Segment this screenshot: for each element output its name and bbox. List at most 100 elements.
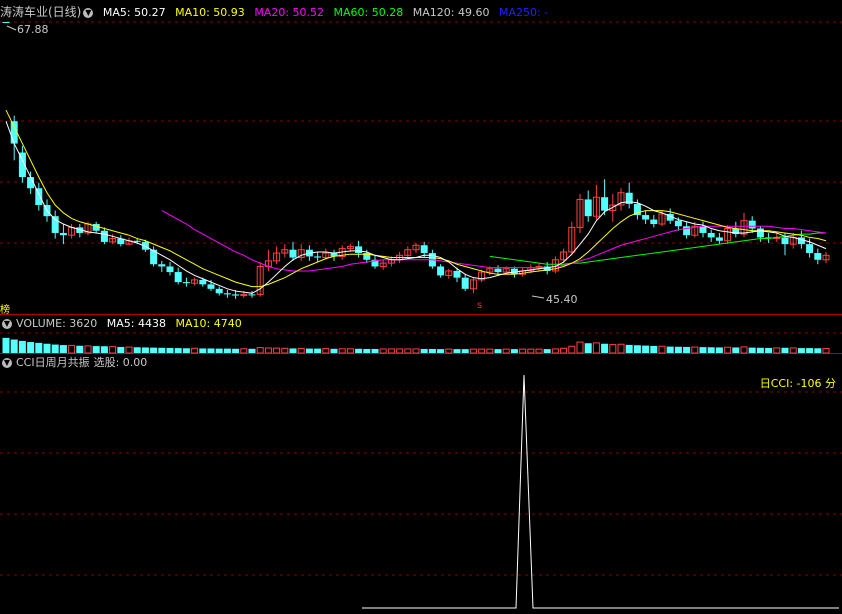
volume-bar [420, 348, 428, 353]
candle-body [166, 266, 174, 273]
low-price-label: 45.40 [546, 293, 578, 306]
candle-body [199, 279, 207, 285]
volume-bar [576, 341, 584, 354]
ma-label: MA20: 50.52 [254, 6, 325, 19]
candle-body [207, 284, 215, 289]
volume-bar [379, 348, 387, 354]
high-pointer [6, 25, 17, 31]
volume-bar [560, 347, 568, 354]
volume-bar [158, 347, 166, 353]
candle-body [715, 237, 723, 241]
candle-body [814, 253, 822, 260]
volume-bar [519, 348, 527, 354]
candle-body [756, 228, 764, 238]
volume-bar [125, 346, 133, 354]
volume-bar [797, 348, 805, 353]
volume-bar [109, 346, 117, 354]
volume-bar [117, 346, 125, 353]
volume-bar [617, 343, 625, 354]
candle-body [806, 244, 814, 254]
volume-bar [461, 349, 469, 353]
stock-chart-window: 涛涛车业(日线) ▼ MA5: 50.27 MA10: 50.93 MA20: 5… [0, 0, 842, 614]
indicator-header: ▼ CCI日周月共振 选股: 0.00 [0, 356, 153, 370]
candle-body [35, 188, 43, 206]
volume-bar [2, 337, 10, 353]
candle-body [289, 249, 297, 258]
volume-bar [215, 348, 223, 353]
dropdown-icon[interactable]: ▼ [2, 319, 12, 329]
volume-bar [18, 340, 26, 353]
volume-bar [305, 348, 313, 353]
xuangu-value: 选股: 0.00 [93, 356, 148, 369]
volume-bar [314, 348, 322, 353]
volume-bar [707, 347, 715, 353]
candle-body [182, 282, 190, 284]
ma60-line [489, 232, 826, 265]
ma-label: MA120: 49.60 [412, 6, 490, 19]
candle-body [748, 220, 756, 229]
volume-bar [256, 347, 264, 354]
dropdown-icon[interactable]: ▼ [83, 8, 94, 18]
volume-bar [264, 347, 272, 354]
candle-body [650, 219, 658, 225]
volume-bar [199, 348, 207, 353]
candle-body [100, 230, 108, 242]
ma-label: MA60: 50.28 [333, 6, 404, 19]
cci-line [362, 374, 839, 609]
volume-bar [297, 347, 305, 354]
volume-bar [642, 345, 650, 353]
volume-ma10: MA10: 4740 [175, 317, 242, 330]
volume-bar [35, 342, 43, 353]
volume-bar [601, 343, 609, 353]
volume-bar [666, 346, 674, 353]
candle-body [314, 256, 322, 258]
volume-bar [633, 345, 641, 353]
volume-bar [765, 347, 773, 353]
volume-bar [174, 348, 182, 353]
volume-bar [699, 347, 707, 353]
volume-bar [387, 348, 395, 354]
volume-bar [330, 348, 338, 353]
volume-bar [609, 344, 617, 354]
volume-ma5: MA5: 4438 [106, 317, 166, 330]
candle-body [158, 264, 166, 267]
signal-marker: s [477, 300, 483, 311]
volume-bar [510, 349, 518, 353]
candle-body [683, 226, 691, 236]
volume-bar [273, 347, 281, 354]
candle-body [2, 22, 10, 23]
volume-bar [84, 345, 92, 354]
dropdown-icon[interactable]: ▼ [2, 358, 12, 368]
volume-bar [404, 348, 412, 354]
volume-bar [494, 349, 502, 353]
volume-bar [732, 347, 740, 353]
volume-title: VOLUME: 3620 [16, 317, 98, 330]
ma-label: MA10: 50.93 [175, 6, 245, 19]
candle-body [174, 272, 182, 283]
high-price-label: 67.88 [17, 23, 49, 36]
candle-body [674, 220, 682, 227]
volume-bar [232, 348, 240, 353]
volume-bar [363, 348, 371, 353]
volume-bar [740, 346, 748, 354]
volume-bar [625, 344, 633, 353]
volume-bar [223, 348, 231, 353]
volume-bar [76, 345, 84, 353]
stock-name: 涛涛车业(日线) [0, 5, 82, 19]
candle-body [699, 226, 707, 233]
volume-bar [141, 347, 149, 353]
ma-label: MA5: 50.27 [102, 6, 166, 19]
volume-bar [453, 349, 461, 353]
volume-bar [773, 347, 781, 354]
volume-bar [478, 348, 486, 354]
chart-canvas [0, 21, 842, 609]
volume-bar [691, 346, 699, 354]
volume-bar [781, 347, 789, 353]
candle-body [494, 268, 502, 273]
volume-bar [822, 347, 830, 354]
volume-bar [396, 348, 404, 354]
candle-body [420, 245, 428, 254]
volume-bar [535, 348, 543, 354]
volume-bar [412, 348, 420, 354]
volume-bar [289, 348, 297, 353]
